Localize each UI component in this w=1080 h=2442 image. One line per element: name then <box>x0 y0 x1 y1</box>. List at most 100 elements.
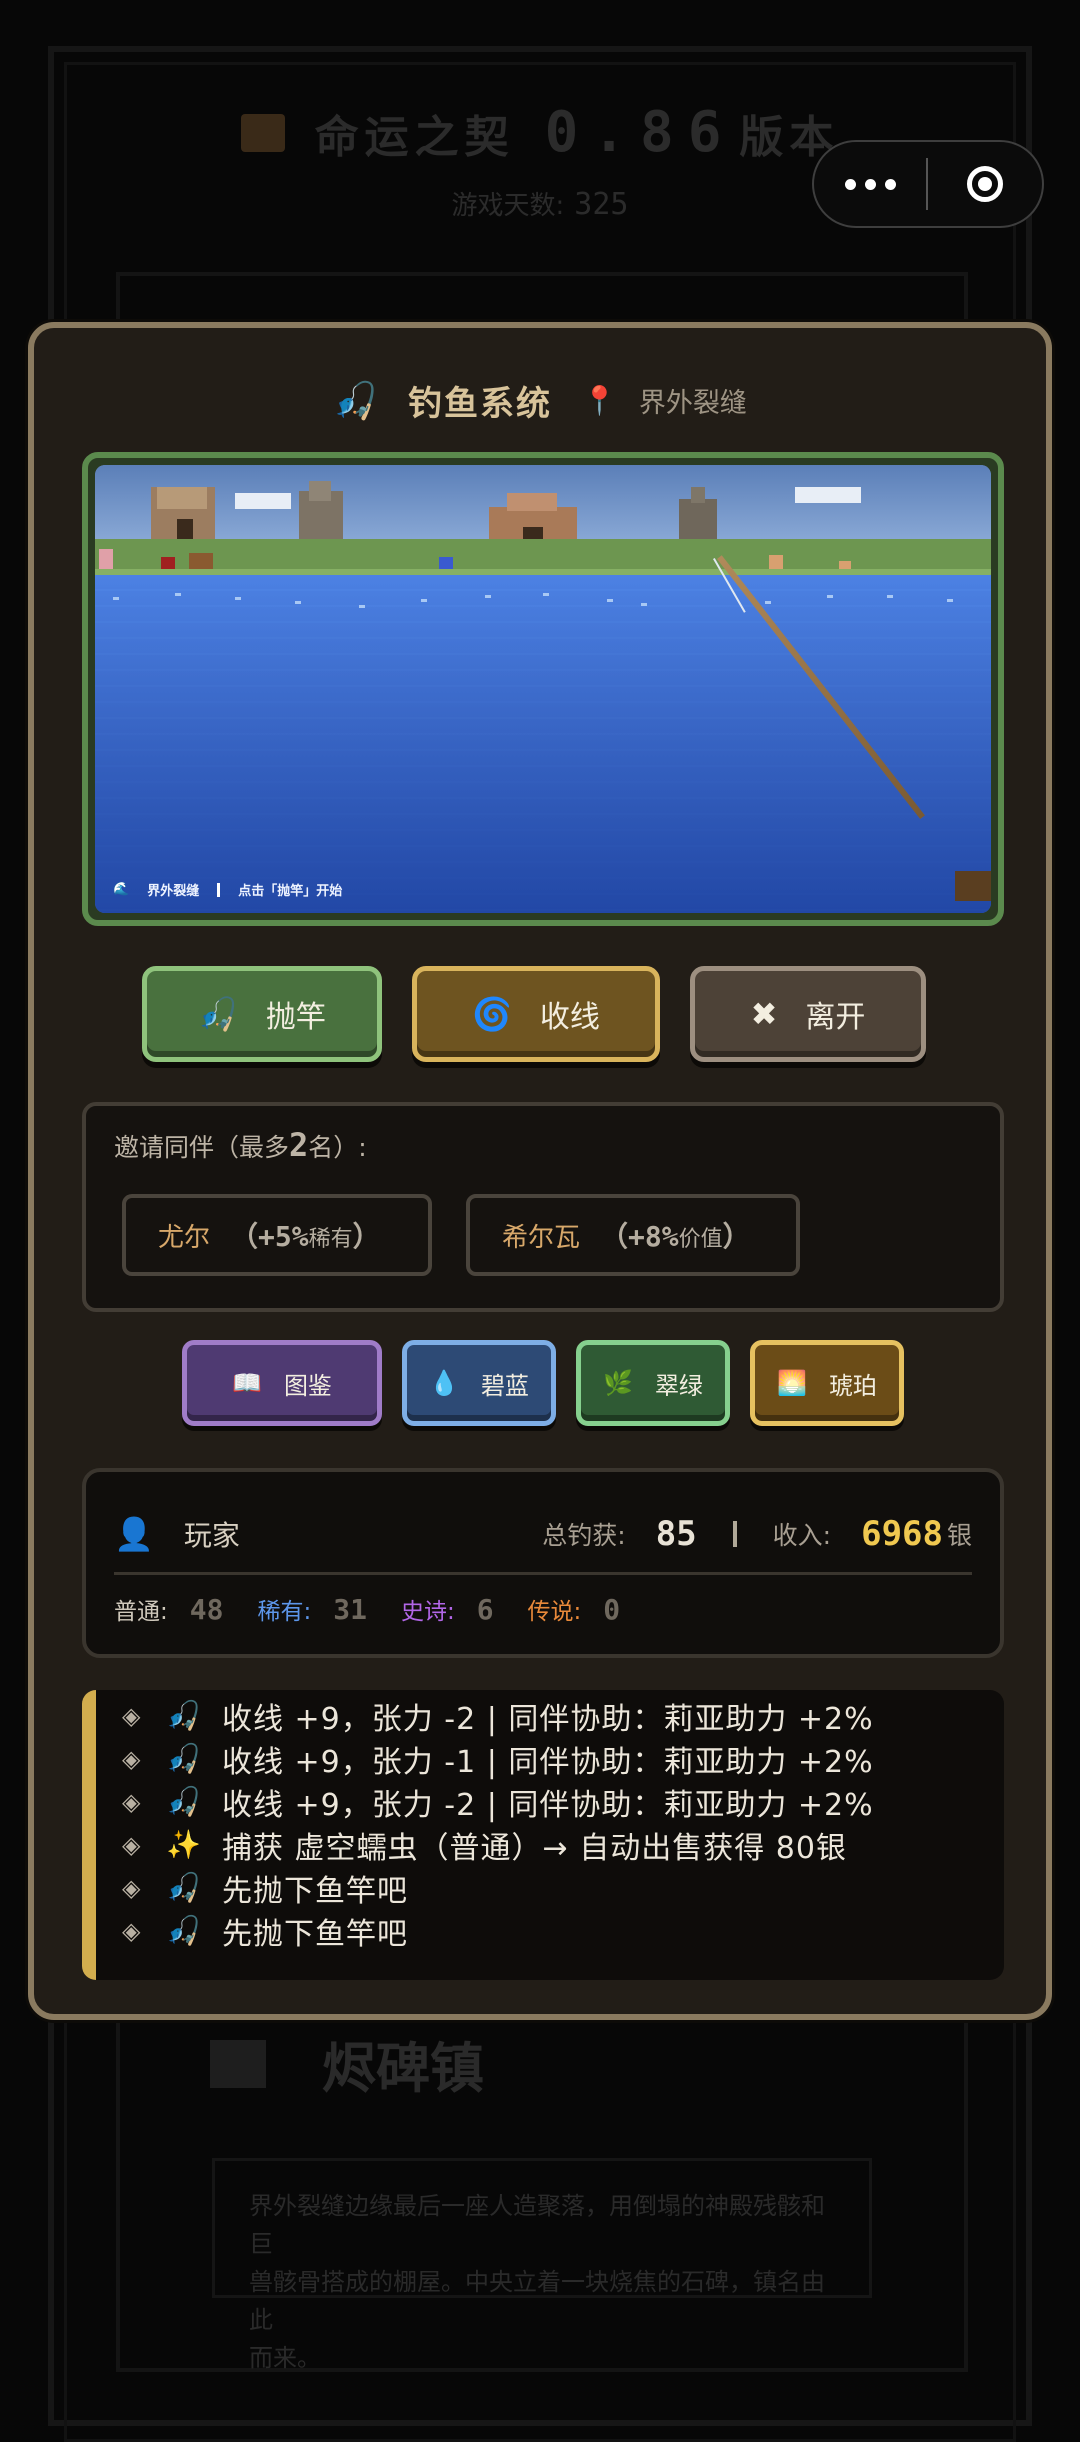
game-title-text: 命运之契 <box>314 111 515 163</box>
cloud <box>235 493 291 509</box>
totals: 总钓获: 85 收入: 6968 银 <box>542 1514 972 1554</box>
cast-label: 抛竿 <box>265 1000 326 1035</box>
emerald-tab[interactable]: 🌿 翠绿 <box>576 1340 730 1426</box>
status-divider <box>217 882 221 897</box>
fishing-modal: 🎣 钓鱼系统 📍 界外裂缝 🌊 界外裂缝 点击「抛竿」开始 🎣 抛竿 🌀 收线 … <box>28 322 1052 2020</box>
invite-panel: 邀请同伴（最多2名）: 尤尔 （+5%稀有） 希尔瓦 （+8%价值） <box>82 1102 1004 1312</box>
rod-handle <box>955 871 991 901</box>
log-entry: ◈ 🎣 收线 +9，张力 -2 | 同伴协助：莉亚助力 +2% <box>96 1694 1004 1737</box>
codex-button[interactable]: 📖 图鉴 <box>182 1340 382 1426</box>
event-log: ◈ 🎣 收线 +9，张力 -2 | 同伴协助：莉亚助力 +2% ◈ 🎣 收线 +9，张力… <box>82 1690 1004 1980</box>
epic-label: 史诗: <box>400 1599 455 1625</box>
building-roof <box>157 487 207 509</box>
log-text: 收线 +9，张力 -1 | 同伴协助：莉亚助力 +2% <box>222 1744 874 1780</box>
normal-value: 48 <box>189 1592 224 1626</box>
income-label: 收入: <box>772 1521 832 1550</box>
companion-name: 尤尔 <box>158 1222 211 1253</box>
modal-title: 钓鱼系统 <box>407 384 552 424</box>
azure-tab[interactable]: 💧 碧蓝 <box>402 1340 556 1426</box>
bullet-icon: ◈ <box>122 1701 142 1730</box>
log-text: 收线 +9，张力 -2 | 同伴协助：莉亚助力 +2% <box>222 1701 874 1737</box>
total-label: 总钓获: <box>542 1521 626 1550</box>
fishing-rod-icon: 🎣 <box>333 380 378 422</box>
sunrise-icon: 🌅 <box>777 1369 807 1397</box>
log-entry: ◈ 🎣 先抛下鱼竿吧 <box>96 1909 1004 1952</box>
bullet-icon: ◈ <box>122 1744 142 1773</box>
cast-button[interactable]: 🎣 抛竿 <box>142 966 382 1062</box>
bonus-value: （+8% <box>600 1220 679 1253</box>
bonus-value: （+5% <box>230 1220 309 1253</box>
villager <box>189 553 213 569</box>
location-name: 界外裂缝 <box>638 388 747 419</box>
spiral-icon: 🌀 <box>472 995 512 1033</box>
user-icon: 👤 <box>114 1515 154 1553</box>
bullet-icon: ◈ <box>122 1873 142 1902</box>
log-text: 捕获 虚空蠕虫（普通）→ 自动出售获得 80银 <box>222 1830 847 1866</box>
days-label: 游戏天数: <box>451 191 565 221</box>
log-text: 收线 +9，张力 -2 | 同伴协助：莉亚助力 +2% <box>222 1787 874 1823</box>
log-entry: ◈ 🎣 收线 +9，张力 -1 | 同伴协助：莉亚助力 +2% <box>96 1737 1004 1780</box>
house-icon <box>210 2039 266 2088</box>
fishing-scene[interactable]: 🌊 界外裂缝 点击「抛竿」开始 <box>82 452 1004 926</box>
codex-label: 图鉴 <box>283 1371 332 1400</box>
scene-location: 界外裂缝 <box>147 884 200 899</box>
days-value: 325 <box>574 187 629 222</box>
invite-max: 2 <box>289 1126 309 1164</box>
fishing-rod-icon: 🎣 <box>166 1785 202 1818</box>
sparkles-icon: ✨ <box>166 1828 202 1861</box>
version-number: 0.86 <box>544 100 736 165</box>
target-close-icon[interactable] <box>928 166 1042 202</box>
ruin-top <box>691 487 705 503</box>
log-entry: ◈ 🎣 收线 +9，张力 -2 | 同伴协助：莉亚助力 +2% <box>96 1780 1004 1823</box>
player-info: 👤 玩家 <box>114 1514 240 1554</box>
companion-yuer[interactable]: 尤尔 （+5%稀有） <box>122 1194 432 1276</box>
sunset-icon <box>240 113 285 152</box>
miniapp-capsule <box>812 140 1044 228</box>
total-value: 85 <box>655 1514 697 1554</box>
bonus-kind: 稀有 <box>308 1227 353 1252</box>
stats-divider <box>114 1572 972 1575</box>
wave-icon: 🌊 <box>113 882 130 897</box>
fishing-rod-icon: 🎣 <box>166 1914 202 1947</box>
town-heading: 烬碑镇 <box>210 2024 484 2103</box>
rare-value: 31 <box>333 1592 367 1626</box>
cloud <box>795 487 861 503</box>
amber-tab[interactable]: 🌅 琥珀 <box>750 1340 904 1426</box>
invite-title: 邀请同伴（最多2名）: <box>114 1126 367 1164</box>
amber-label: 琥珀 <box>828 1371 877 1400</box>
location-pin-icon: 📍 <box>581 384 617 417</box>
bait-tags: 📖 图鉴 💧 碧蓝 🌿 翠绿 🌅 琥珀 <box>182 1340 904 1426</box>
player-name: 玩家 <box>183 1519 240 1552</box>
totals-divider <box>732 1521 737 1547</box>
fishing-rod-icon: 🎣 <box>166 1871 202 1904</box>
droplet-icon: 💧 <box>429 1369 459 1397</box>
action-buttons: 🎣 抛竿 🌀 收线 ✖ 离开 <box>142 966 926 1062</box>
bonus-kind: 价值 <box>678 1227 723 1252</box>
leave-button[interactable]: ✖ 离开 <box>690 966 926 1062</box>
epic-count: 史诗: 6 <box>401 1592 494 1626</box>
ruin-top <box>309 481 331 501</box>
income-unit: 银 <box>946 1521 972 1550</box>
villager <box>99 549 113 571</box>
invite-title-prefix: 邀请同伴（最多 <box>114 1133 290 1162</box>
building-roof <box>507 493 557 511</box>
bullet-icon: ◈ <box>122 1830 142 1859</box>
bullet-icon: ◈ <box>122 1787 142 1816</box>
bonus-close: ） <box>722 1220 751 1253</box>
reel-button[interactable]: 🌀 收线 <box>412 966 660 1062</box>
more-dots-icon[interactable] <box>814 178 926 190</box>
rare-count: 稀有: 31 <box>257 1592 366 1626</box>
legend-count: 传说: 0 <box>528 1592 621 1626</box>
book-icon: 📖 <box>232 1369 262 1397</box>
fishing-rod-icon: 🎣 <box>166 1699 202 1732</box>
rare-label: 稀有: <box>257 1599 312 1625</box>
stats-panel: 👤 玩家 总钓获: 85 收入: 6968 银 普通: 48 稀有: 31 史诗: 6… <box>82 1468 1004 1658</box>
town-name: 烬碑镇 <box>322 2037 484 2100</box>
log-text: 先抛下鱼竿吧 <box>222 1916 408 1952</box>
legend-label: 传说: <box>527 1599 582 1625</box>
invite-title-suffix: 名）: <box>308 1133 367 1162</box>
scene-status: 🌊 界外裂缝 点击「抛竿」开始 <box>113 880 342 899</box>
epic-value: 6 <box>476 1592 494 1626</box>
companion-xierwa[interactable]: 希尔瓦 （+8%价值） <box>466 1194 800 1276</box>
normal-count: 普通: 48 <box>114 1592 223 1626</box>
